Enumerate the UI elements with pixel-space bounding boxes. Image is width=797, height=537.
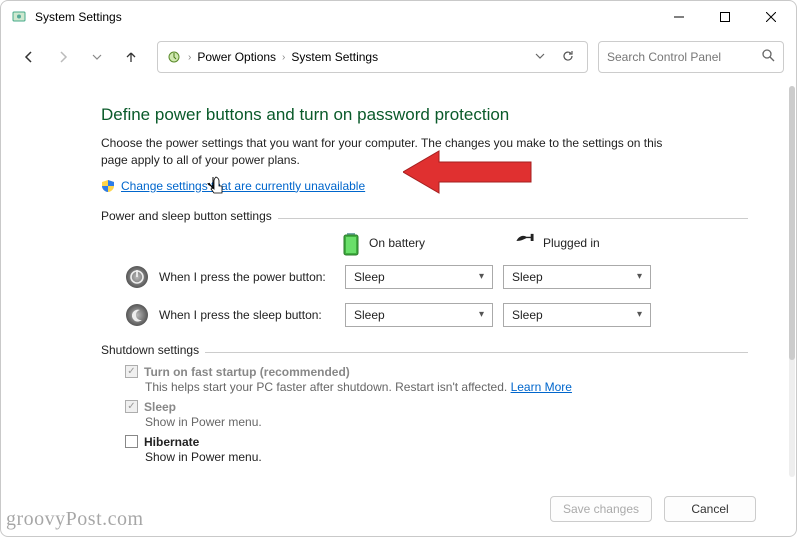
cancel-button[interactable]: Cancel (664, 496, 756, 522)
column-header-plugged: Plugged in (515, 231, 663, 255)
row-power-button: When I press the power button: Sleep▾ Sl… (125, 265, 748, 289)
maximize-button[interactable] (702, 2, 748, 32)
power-options-icon (166, 49, 182, 65)
shutdown-item-hibernate: Hibernate Show in Power menu. (125, 435, 748, 464)
breadcrumb-power-options[interactable]: Power Options (197, 50, 276, 64)
learn-more-link[interactable]: Learn More (511, 380, 572, 394)
minimize-button[interactable] (656, 2, 702, 32)
search-placeholder: Search Control Panel (607, 50, 721, 64)
uac-shield-icon (101, 179, 115, 193)
watermark: groovyPost.com (6, 508, 144, 531)
chevron-down-icon: ▾ (479, 309, 484, 320)
section-power-sleep: Power and sleep button settings On batte… (101, 207, 748, 327)
shutdown-item-fast-startup: Turn on fast startup (recommended) This … (125, 365, 748, 394)
close-button[interactable] (748, 2, 794, 32)
chevron-down-icon: ▾ (637, 309, 642, 320)
select-power-battery[interactable]: Sleep▾ (345, 265, 493, 289)
row-label-power: When I press the power button: (159, 270, 335, 284)
page-heading: Define power buttons and turn on passwor… (101, 105, 748, 125)
recent-locations-button[interactable] (81, 41, 113, 73)
section-label-shutdown: Shutdown settings (101, 343, 205, 357)
row-label-sleep: When I press the sleep button: (159, 308, 335, 322)
save-changes-button[interactable]: Save changes (550, 496, 652, 522)
up-button[interactable] (115, 41, 147, 73)
breadcrumb-system-settings[interactable]: System Settings (291, 50, 378, 64)
chevron-right-icon: › (282, 52, 285, 63)
window-frame: System Settings › Power Options › System… (0, 0, 797, 537)
chevron-down-icon: ▾ (637, 271, 642, 282)
chevron-down-icon: ▾ (479, 271, 484, 282)
back-button[interactable] (13, 41, 45, 73)
change-settings-link[interactable]: Change settings that are currently unava… (121, 179, 365, 193)
battery-icon (341, 231, 361, 255)
address-dropdown-button[interactable] (529, 50, 551, 64)
refresh-button[interactable] (557, 49, 579, 66)
row-sleep-button: When I press the sleep button: Sleep▾ Sl… (125, 303, 748, 327)
nav-toolbar: › Power Options › System Settings Search… (1, 33, 796, 81)
page-description: Choose the power settings that you want … (101, 135, 671, 169)
address-bar[interactable]: › Power Options › System Settings (157, 41, 588, 73)
titlebar: System Settings (1, 1, 796, 33)
checkbox-sleep (125, 400, 138, 413)
scrollbar[interactable] (789, 86, 795, 477)
content-area: Define power buttons and turn on passwor… (1, 81, 796, 486)
app-icon (11, 9, 27, 25)
sleep-button-icon (125, 303, 149, 327)
scrollbar-thumb[interactable] (789, 86, 795, 360)
section-label-power: Power and sleep button settings (101, 209, 278, 223)
select-power-plugged[interactable]: Sleep▾ (503, 265, 651, 289)
checkbox-hibernate[interactable] (125, 435, 138, 448)
plug-icon (515, 231, 535, 255)
section-shutdown: Shutdown settings Turn on fast startup (… (101, 341, 748, 464)
column-header-battery: On battery (341, 231, 489, 255)
select-sleep-battery[interactable]: Sleep▾ (345, 303, 493, 327)
checkbox-fast-startup (125, 365, 138, 378)
shutdown-item-sleep: Sleep Show in Power menu. (125, 400, 748, 429)
search-input[interactable]: Search Control Panel (598, 41, 784, 73)
power-button-icon (125, 265, 149, 289)
search-icon (762, 49, 775, 65)
window-title: System Settings (35, 10, 122, 24)
forward-button[interactable] (47, 41, 79, 73)
chevron-right-icon: › (188, 52, 191, 63)
select-sleep-plugged[interactable]: Sleep▾ (503, 303, 651, 327)
